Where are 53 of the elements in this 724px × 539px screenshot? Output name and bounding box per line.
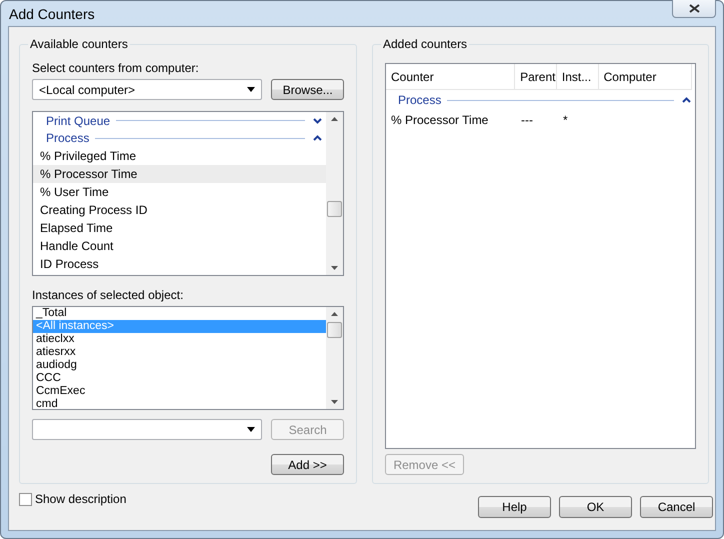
counter-item[interactable]: % Processor Time	[33, 165, 326, 183]
group-title: Available counters	[28, 37, 130, 51]
column-header[interactable]: Computer	[598, 64, 692, 89]
counter-item[interactable]: % Privileged Time	[33, 147, 326, 165]
instance-item[interactable]: CCC	[33, 372, 326, 385]
scrollbar[interactable]	[326, 112, 343, 275]
close-button[interactable]	[672, 0, 716, 18]
table-cell-text: % Processor Time	[390, 113, 490, 127]
dialog-button[interactable]: OK	[559, 496, 632, 518]
dropdown-arrow-icon	[247, 427, 256, 432]
scroll-down-arrow-icon[interactable]	[331, 266, 338, 270]
counter-item[interactable]: Creating Process ID	[33, 201, 326, 219]
close-icon	[688, 4, 700, 12]
table-cell-text: *	[562, 113, 569, 127]
column-header[interactable]: Inst...	[556, 64, 599, 89]
instance-item[interactable]: audiodg	[33, 359, 326, 372]
scrollbar[interactable]	[326, 307, 343, 409]
counter-group-header[interactable]: Print Queue	[33, 112, 326, 129]
dialog-button[interactable]: Help	[478, 496, 551, 518]
collapse-chevron-icon[interactable]	[313, 135, 322, 141]
instance-item[interactable]: CcmExec	[33, 385, 326, 398]
instance-item[interactable]: cmd	[33, 398, 326, 409]
dropdown-arrow-icon	[247, 87, 256, 92]
scroll-thumb[interactable]	[327, 322, 342, 338]
counter-item[interactable]: % User Time	[33, 183, 326, 201]
column-header[interactable]: Counter	[386, 64, 516, 89]
table-cell-text: ---	[520, 113, 534, 127]
group-title: Added counters	[381, 37, 470, 51]
scroll-down-arrow-icon[interactable]	[331, 400, 338, 404]
window-title: Add Counters	[8, 6, 95, 22]
column-header[interactable]: Parent	[515, 64, 557, 89]
computer-label: Select counters from computer:	[32, 61, 200, 75]
instance-item[interactable]: _Total	[33, 307, 326, 320]
counter-group-header[interactable]: Process	[386, 90, 695, 110]
counter-item[interactable]: ID Process	[33, 255, 326, 273]
counter-item[interactable]: Elapsed Time	[33, 219, 326, 237]
instance-item[interactable]: atiesrxx	[33, 346, 326, 359]
scroll-up-arrow-icon[interactable]	[331, 312, 338, 316]
instance-item[interactable]: atieclxx	[33, 333, 326, 346]
instances-label: Instances of selected object:	[32, 288, 184, 302]
show-description-label[interactable]: Show description	[35, 492, 126, 506]
scroll-thumb[interactable]	[327, 201, 342, 217]
browse-button[interactable]: Browse...	[271, 79, 344, 100]
collapse-chevron-icon[interactable]	[682, 97, 691, 103]
dialog-button[interactable]: Cancel	[640, 496, 713, 518]
show-description-checkbox[interactable]	[19, 492, 32, 506]
add-button[interactable]: Add >>	[271, 454, 344, 475]
instance-search-field[interactable]	[32, 419, 262, 440]
scroll-up-arrow-icon[interactable]	[331, 117, 338, 121]
counter-group-header[interactable]: Process	[33, 129, 326, 147]
computer-dropdown[interactable]: <Local computer>	[32, 79, 262, 100]
expand-chevron-icon[interactable]	[313, 118, 322, 124]
counter-item[interactable]: Handle Count	[33, 237, 326, 255]
